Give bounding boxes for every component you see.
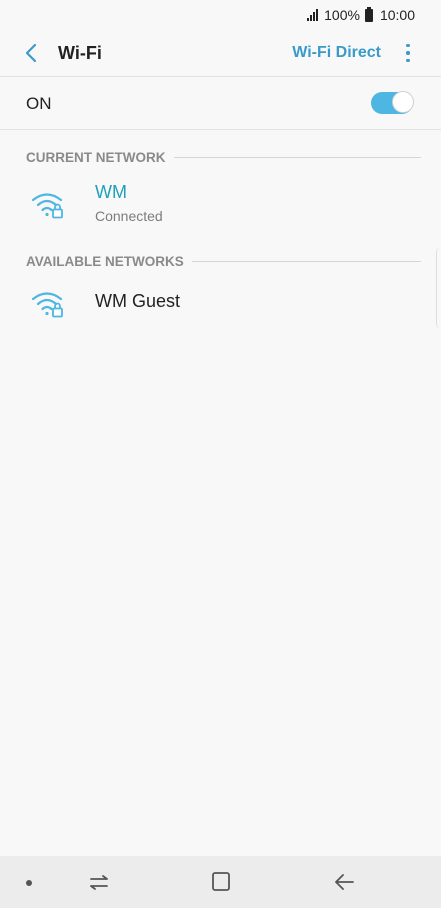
page-title: Wi-Fi <box>58 42 102 63</box>
available-networks-header: AVAILABLE NETWORKS <box>0 251 441 271</box>
network-text: WM Guest <box>95 291 180 312</box>
back-icon[interactable] <box>332 870 358 894</box>
wifi-lock-icon <box>31 193 63 219</box>
navigation-bar <box>0 856 441 908</box>
wifi-direct-button[interactable]: Wi-Fi Direct <box>292 44 381 62</box>
app-bar: Wi-Fi Wi-Fi Direct <box>0 30 441 76</box>
home-icon[interactable] <box>208 870 234 894</box>
wifi-toggle[interactable] <box>371 91 414 114</box>
network-item-wm-guest[interactable]: WM Guest <box>0 282 441 326</box>
status-bar: 100% 10:00 <box>0 0 441 30</box>
toggle-knob <box>392 91 414 113</box>
battery-percentage: 100% <box>324 7 360 23</box>
network-item-wm[interactable]: WM Connected <box>0 178 441 234</box>
divider <box>0 76 441 77</box>
network-name: WM Guest <box>95 291 181 311</box>
section-rule <box>173 156 421 158</box>
wifi-master-switch-row[interactable]: ON <box>0 78 441 130</box>
switch-label: ON <box>26 94 52 113</box>
divider <box>0 129 441 130</box>
section-title: CURRENT NETWORK <box>26 149 166 165</box>
signal-icon <box>307 9 319 21</box>
network-name: WM <box>95 182 127 202</box>
more-options-icon[interactable] <box>399 41 417 65</box>
network-text: WM Connected <box>95 182 163 224</box>
edge-panel-handle[interactable] <box>436 248 441 328</box>
nav-indicator-dot <box>26 880 32 886</box>
section-rule <box>191 260 421 262</box>
back-arrow-icon[interactable] <box>20 42 42 64</box>
network-status: Connected <box>95 208 163 224</box>
battery-icon <box>364 6 373 22</box>
wifi-lock-icon <box>31 292 63 318</box>
clock: 10:00 <box>379 7 415 23</box>
current-network-header: CURRENT NETWORK <box>0 147 441 167</box>
section-title: AVAILABLE NETWORKS <box>26 253 184 269</box>
recent-apps-icon[interactable] <box>86 870 112 894</box>
